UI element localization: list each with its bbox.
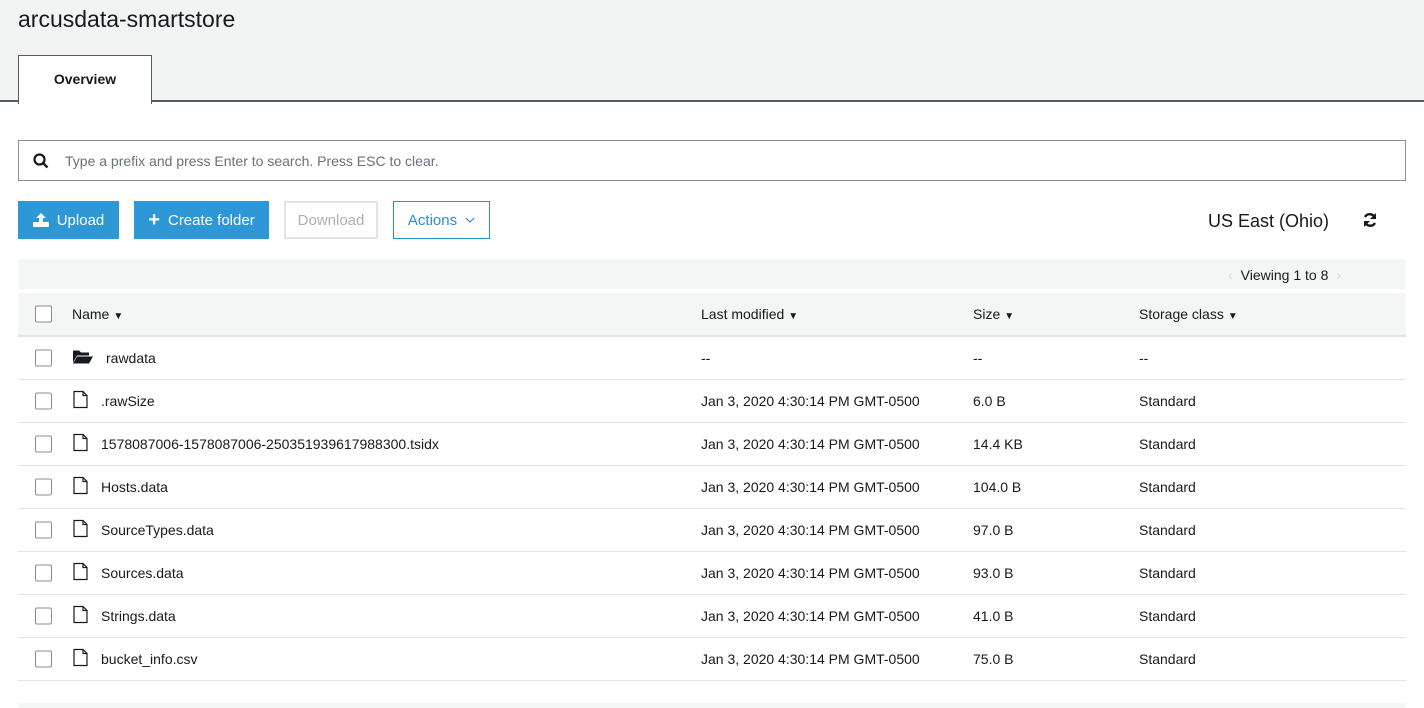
last-modified: Jan 3, 2020 4:30:14 PM GMT-0500 — [701, 522, 920, 538]
region-label: US East (Ohio) — [1208, 211, 1329, 232]
col-modified-label: Last modified — [701, 306, 784, 322]
storage-class: Standard — [1139, 436, 1196, 452]
size: 104.0 B — [973, 479, 1021, 495]
sort-last-modified[interactable]: Last modified ▼ — [701, 306, 798, 322]
folder-icon — [73, 350, 93, 367]
size: 75.0 B — [973, 651, 1013, 667]
create-folder-label: Create folder — [168, 212, 255, 229]
object-name-link[interactable]: Hosts.data — [101, 479, 168, 495]
object-name-link[interactable]: Sources.data — [101, 565, 184, 581]
file-icon — [73, 606, 88, 627]
caret-down-icon: ▼ — [1228, 311, 1238, 322]
last-modified: Jan 3, 2020 4:30:14 PM GMT-0500 — [701, 608, 920, 624]
prev-page-icon[interactable]: ‹ — [1228, 267, 1233, 283]
storage-class: -- — [1139, 350, 1148, 366]
table-footer — [18, 703, 1406, 708]
storage-class: Standard — [1139, 651, 1196, 667]
row-checkbox[interactable] — [35, 651, 52, 668]
object-name-link[interactable]: Strings.data — [101, 608, 176, 624]
last-modified: Jan 3, 2020 4:30:14 PM GMT-0500 — [701, 436, 920, 452]
table-row: Strings.data Jan 3, 2020 4:30:14 PM GMT-… — [18, 595, 1406, 638]
object-name-link[interactable]: bucket_info.csv — [101, 651, 198, 667]
search-box[interactable] — [18, 140, 1406, 181]
next-page-icon[interactable]: › — [1336, 267, 1341, 283]
last-modified: Jan 3, 2020 4:30:14 PM GMT-0500 — [701, 393, 920, 409]
table-row: .rawSize Jan 3, 2020 4:30:14 PM GMT-0500… — [18, 380, 1406, 423]
table-row: Hosts.data Jan 3, 2020 4:30:14 PM GMT-05… — [18, 466, 1406, 509]
size: -- — [973, 350, 982, 366]
row-checkbox[interactable] — [35, 608, 52, 625]
object-name-link[interactable]: SourceTypes.data — [101, 522, 214, 538]
object-name-link[interactable]: rawdata — [106, 350, 156, 366]
col-storage-label: Storage class — [1139, 306, 1224, 322]
file-icon — [73, 477, 88, 498]
tab-overview[interactable]: Overview — [18, 55, 152, 104]
col-name-label: Name — [72, 306, 109, 322]
sort-name[interactable]: Name ▼ — [72, 306, 123, 322]
pagination-text: Viewing 1 to 8 — [1241, 267, 1329, 283]
object-name-link[interactable]: .rawSize — [101, 393, 155, 409]
actions-dropdown[interactable]: Actions — [393, 201, 490, 239]
table-header: Name ▼ Last modified ▼ Size ▼ Storage class… — [18, 293, 1406, 337]
create-folder-button[interactable]: + Create folder — [134, 201, 269, 239]
upload-label: Upload — [57, 212, 105, 229]
objects-table: Name ▼ Last modified ▼ Size ▼ Storage class… — [18, 293, 1406, 681]
storage-class: Standard — [1139, 393, 1196, 409]
table-row: rawdata -- -- -- — [18, 337, 1406, 380]
search-input[interactable] — [65, 153, 1365, 169]
pagination-bar: ‹ Viewing 1 to 8 › — [18, 259, 1406, 289]
row-checkbox[interactable] — [35, 479, 52, 496]
row-checkbox[interactable] — [35, 393, 52, 410]
object-name-link[interactable]: 1578087006-1578087006-250351939617988300… — [101, 436, 439, 452]
file-icon — [73, 649, 88, 670]
upload-icon — [33, 213, 49, 227]
actions-label: Actions — [408, 212, 457, 229]
refresh-icon[interactable] — [1362, 212, 1378, 228]
upload-button[interactable]: Upload — [18, 201, 119, 239]
caret-down-icon: ▼ — [113, 311, 123, 322]
storage-class: Standard — [1139, 608, 1196, 624]
caret-down-icon: ▼ — [1004, 311, 1014, 322]
last-modified: Jan 3, 2020 4:30:14 PM GMT-0500 — [701, 565, 920, 581]
size: 93.0 B — [973, 565, 1013, 581]
search-icon — [33, 153, 49, 169]
table-row: Sources.data Jan 3, 2020 4:30:14 PM GMT-… — [18, 552, 1406, 595]
row-checkbox[interactable] — [35, 565, 52, 582]
table-row: SourceTypes.data Jan 3, 2020 4:30:14 PM … — [18, 509, 1406, 552]
select-all-checkbox[interactable] — [35, 306, 52, 323]
last-modified: -- — [701, 350, 710, 366]
row-checkbox[interactable] — [35, 522, 52, 539]
storage-class: Standard — [1139, 479, 1196, 495]
storage-class: Standard — [1139, 565, 1196, 581]
chevron-down-icon — [465, 217, 475, 223]
storage-class: Standard — [1139, 522, 1196, 538]
table-row: bucket_info.csv Jan 3, 2020 4:30:14 PM G… — [18, 638, 1406, 681]
size: 41.0 B — [973, 608, 1013, 624]
size: 6.0 B — [973, 393, 1006, 409]
sort-storage-class[interactable]: Storage class ▼ — [1139, 306, 1238, 322]
file-icon — [73, 520, 88, 541]
table-row: 1578087006-1578087006-250351939617988300… — [18, 423, 1406, 466]
file-icon — [73, 434, 88, 455]
last-modified: Jan 3, 2020 4:30:14 PM GMT-0500 — [701, 651, 920, 667]
page-header: arcusdata-smartstore Overview — [0, 0, 1424, 102]
plus-icon: + — [148, 209, 160, 232]
row-checkbox[interactable] — [35, 350, 52, 367]
col-size-label: Size — [973, 306, 1000, 322]
last-modified: Jan 3, 2020 4:30:14 PM GMT-0500 — [701, 479, 920, 495]
bucket-title: arcusdata-smartstore — [18, 6, 235, 33]
caret-down-icon: ▼ — [788, 311, 798, 322]
size: 14.4 KB — [973, 436, 1023, 452]
sort-size[interactable]: Size ▼ — [973, 306, 1014, 322]
row-checkbox[interactable] — [35, 436, 52, 453]
file-icon — [73, 563, 88, 584]
size: 97.0 B — [973, 522, 1013, 538]
download-label: Download — [298, 212, 365, 229]
file-icon — [73, 391, 88, 412]
download-button[interactable]: Download — [284, 201, 378, 239]
